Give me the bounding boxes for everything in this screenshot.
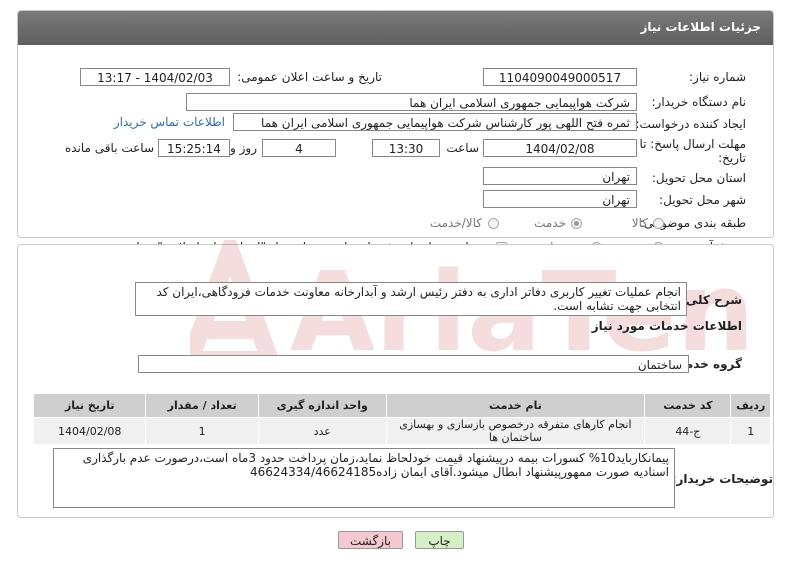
city-field[interactable]: تهران xyxy=(483,190,637,208)
creator-label: ایجاد کننده درخواست: xyxy=(635,117,746,131)
province-field[interactable]: تهران xyxy=(483,167,637,185)
deadline-date-field[interactable]: 1404/02/08 xyxy=(483,139,637,157)
province-label: استان محل تحویل: xyxy=(651,171,746,185)
category-radio-goods-service[interactable] xyxy=(488,218,499,229)
buyer-org-field[interactable]: شرکت هواپیمایی جمهوری اسلامی ایران هما xyxy=(186,93,637,111)
column-header: تاریخ نیاز xyxy=(32,393,147,418)
deadline-label-date: تاریخ: xyxy=(718,151,746,165)
buyer-notes-label: توضیحات خریدار: xyxy=(671,472,773,486)
column-header: ردیف xyxy=(730,393,771,418)
deadline-time-label: ساعت xyxy=(446,141,479,155)
table-row: 1 ج-44 انجام کارهای متفرقه درخصوص بازساز… xyxy=(32,417,771,445)
buyer-contact-link[interactable]: اطلاعات تماس خریدار xyxy=(114,115,225,129)
remaining-time-field[interactable]: 15:25:14 xyxy=(158,139,230,157)
table-cell: ج-44 xyxy=(644,417,732,445)
days-field[interactable]: 4 xyxy=(262,139,336,157)
days-label: روز و xyxy=(230,141,257,155)
column-header: واحد اندازه گیری xyxy=(257,393,387,418)
announce-datetime-field[interactable]: 1404/02/03 - 13:17 xyxy=(80,68,230,86)
table-cell: 1404/02/08 xyxy=(32,417,147,445)
category-radio-service[interactable] xyxy=(571,218,582,229)
deadline-label: مهلت ارسال پاسخ: تا xyxy=(639,137,746,151)
panel-title: جزئیات اطلاعات نیاز xyxy=(640,20,761,34)
announce-label: تاریخ و ساعت اعلان عمومی: xyxy=(237,70,382,84)
category-option-service: خدمت xyxy=(534,216,566,230)
table-cell: 1 xyxy=(145,417,259,445)
column-header: کد خدمت xyxy=(644,393,732,418)
services-table: ردیف کد خدمت نام خدمت واحد اندازه گیری ت… xyxy=(32,393,771,445)
category-option-goods-service: کالا/خدمت xyxy=(429,216,482,230)
need-number-field[interactable]: 1104090049000517 xyxy=(483,68,637,86)
deadline-time-field[interactable]: 13:30 xyxy=(372,139,440,157)
remaining-label: ساعت باقی مانده xyxy=(64,141,154,155)
buyer-org-label: نام دستگاه خریدار: xyxy=(651,95,747,109)
creator-field[interactable]: ثمره فتح اللهی پور کارشناس شرکت هواپیمای… xyxy=(233,113,637,131)
city-label: شهر محل تحویل: xyxy=(659,193,746,207)
back-button[interactable]: بازگشت xyxy=(338,531,403,549)
services-section-title: اطلاعات خدمات مورد نیاز xyxy=(591,319,742,333)
buyer-notes-textarea[interactable]: پیمانکارباید10% کسورات بیمه درپیشنهاد قی… xyxy=(53,448,675,508)
column-header: تعداد / مقدار xyxy=(145,393,259,418)
table-cell: انجام کارهای متفرقه درخصوص بازسازی و بهس… xyxy=(385,417,646,445)
category-option-goods: کالا xyxy=(631,216,648,230)
table-cell: عدد xyxy=(257,417,387,445)
table-cell: 1 xyxy=(730,417,771,445)
summary-textarea[interactable]: انجام عملیات تغییر کاربری دفاتر اداری به… xyxy=(135,282,687,316)
panel-header: جزئیات اطلاعات نیاز xyxy=(18,11,773,45)
service-group-field[interactable]: ساختمان xyxy=(138,355,689,373)
category-radio-goods[interactable] xyxy=(653,218,664,229)
column-header: نام خدمت xyxy=(385,393,646,418)
need-number-label: شماره نیاز: xyxy=(689,70,746,84)
table-header-row: ردیف کد خدمت نام خدمت واحد اندازه گیری ت… xyxy=(32,393,771,418)
print-button[interactable]: چاپ xyxy=(415,531,464,549)
